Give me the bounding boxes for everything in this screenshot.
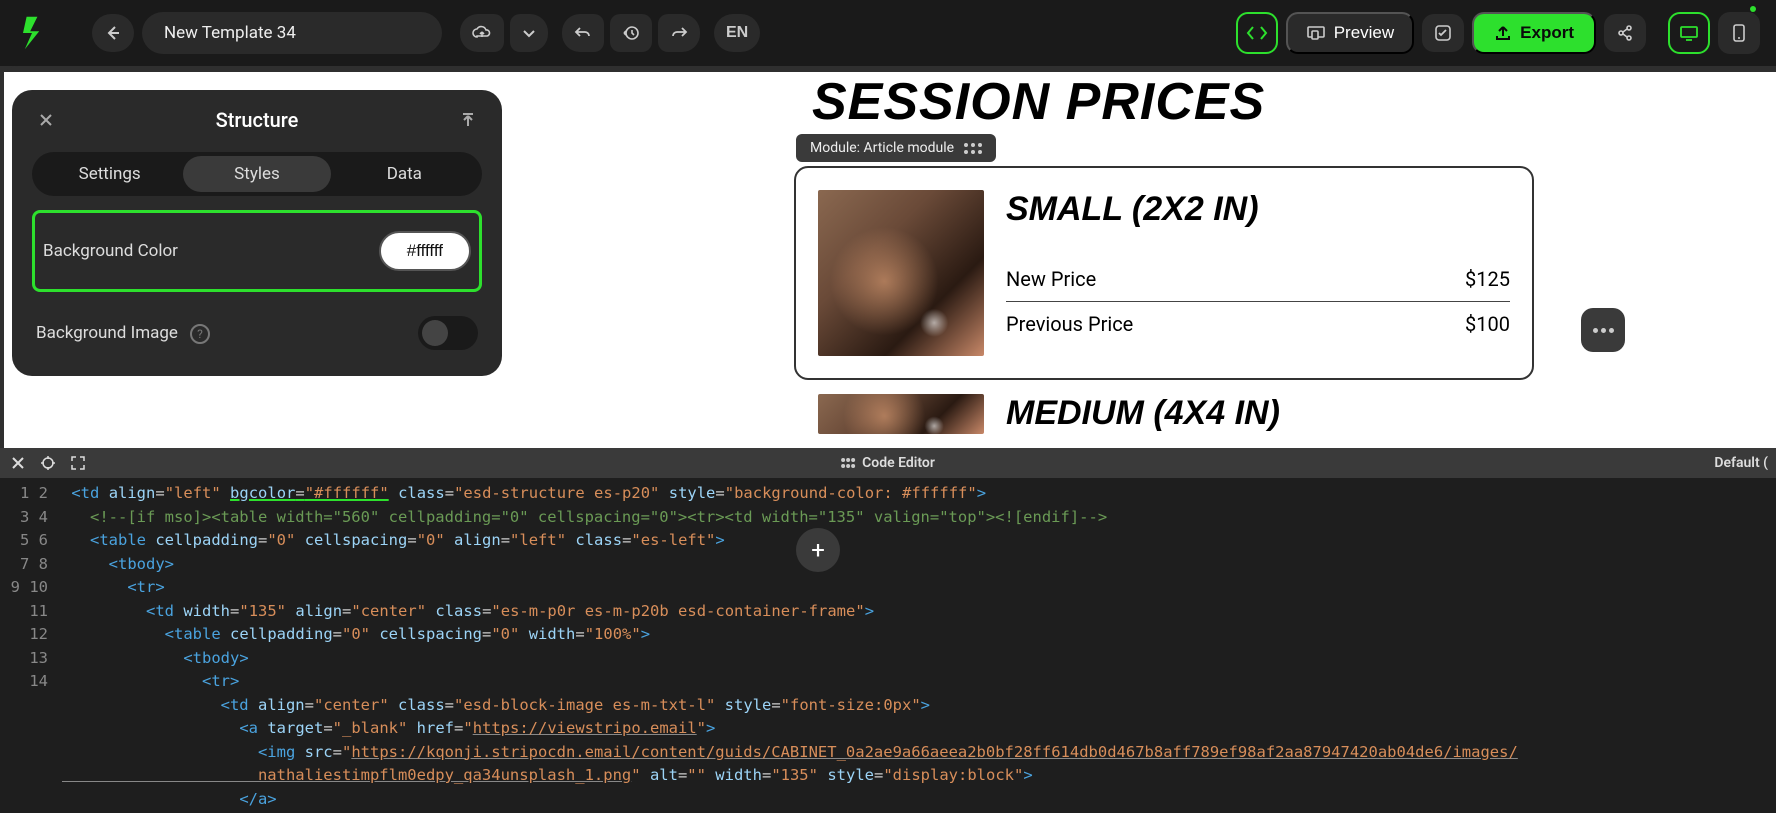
module-image xyxy=(818,190,984,356)
expand-icon[interactable] xyxy=(68,453,88,473)
tab-settings[interactable]: Settings xyxy=(36,156,183,192)
target-icon[interactable] xyxy=(38,453,58,473)
editor-title: Code Editor xyxy=(862,455,935,471)
help-icon[interactable]: ? xyxy=(190,324,210,344)
code-content[interactable]: <td align="left" bgcolor="#ffffff" class… xyxy=(62,478,1776,813)
share-button[interactable] xyxy=(1604,14,1646,52)
drag-grip-icon[interactable] xyxy=(841,458,854,468)
module-title-2: MEDIUM (4X4 IN) xyxy=(1006,394,1280,434)
panel-title: Structure xyxy=(60,108,454,132)
new-price-value: $125 xyxy=(1465,267,1510,291)
editor-default-label[interactable]: Default ( xyxy=(1714,455,1768,471)
module-title: SMALL (2X2 IN) xyxy=(1006,190,1510,229)
cloud-save-button[interactable] xyxy=(460,14,504,52)
code-toggle-button[interactable] xyxy=(1236,12,1278,54)
bg-image-toggle[interactable] xyxy=(418,316,478,350)
prev-price-value: $100 xyxy=(1465,312,1510,336)
preview-label: Preview xyxy=(1334,23,1394,43)
bg-color-label: Background Color xyxy=(43,241,178,261)
drag-handle-icon[interactable] xyxy=(964,143,982,154)
line-gutter: 1 2 3 4 5 6 7 8 9 10 11 12 13 14 xyxy=(0,478,62,813)
bg-color-value[interactable]: #ffffff xyxy=(379,231,471,271)
preview-button[interactable]: Preview xyxy=(1286,12,1414,54)
redo-button[interactable] xyxy=(658,14,700,52)
prev-price-label: Previous Price xyxy=(1006,312,1133,336)
checklist-button[interactable] xyxy=(1422,14,1464,52)
status-indicator xyxy=(1750,6,1756,12)
article-module-2[interactable]: MEDIUM (4X4 IN) xyxy=(794,394,1619,434)
article-module[interactable]: SMALL (2X2 IN) New Price $125 Previous P… xyxy=(794,166,1534,380)
tab-styles[interactable]: Styles xyxy=(183,156,330,192)
new-price-label: New Price xyxy=(1006,267,1096,291)
email-preview: SESSION PRICES Module: Article module SM… xyxy=(794,72,1619,434)
module-tag-label: Module: Article module xyxy=(810,140,954,156)
template-name-input[interactable]: New Template 34 xyxy=(142,12,442,54)
panel-close-button[interactable] xyxy=(32,106,60,134)
section-heading: SESSION PRICES xyxy=(794,72,1619,132)
background-color-field: Background Color #ffffff xyxy=(32,210,482,292)
structure-panel: Structure Settings Styles Data Backgroun… xyxy=(12,90,502,376)
export-label: Export xyxy=(1520,23,1574,43)
editor-header: Code Editor Default ( xyxy=(0,448,1776,478)
preview-icon xyxy=(1306,25,1326,41)
bg-image-label: Background Image xyxy=(36,323,178,343)
undo-button[interactable] xyxy=(562,14,604,52)
background-image-field: Background Image ? xyxy=(32,310,482,356)
mobile-view-button[interactable] xyxy=(1718,12,1760,54)
top-toolbar: New Template 34 EN Preview Export xyxy=(0,0,1776,66)
tab-data[interactable]: Data xyxy=(331,156,478,192)
desktop-view-button[interactable] xyxy=(1668,12,1710,54)
export-button[interactable]: Export xyxy=(1472,12,1596,54)
editor-close-icon[interactable] xyxy=(8,453,28,473)
language-button[interactable]: EN xyxy=(714,14,760,52)
module-image-2 xyxy=(818,394,984,434)
back-button[interactable] xyxy=(92,14,134,52)
cloud-dropdown-button[interactable] xyxy=(510,14,548,52)
app-logo xyxy=(16,13,48,53)
panel-tabs: Settings Styles Data xyxy=(32,152,482,196)
export-icon xyxy=(1494,24,1512,42)
code-editor: Code Editor Default ( 1 2 3 4 5 6 7 8 9 … xyxy=(0,448,1776,813)
module-more-button[interactable] xyxy=(1581,308,1625,352)
module-tag[interactable]: Module: Article module xyxy=(796,134,996,162)
panel-up-button[interactable] xyxy=(454,106,482,134)
add-module-button[interactable]: + xyxy=(796,528,840,572)
history-button[interactable] xyxy=(610,14,652,52)
